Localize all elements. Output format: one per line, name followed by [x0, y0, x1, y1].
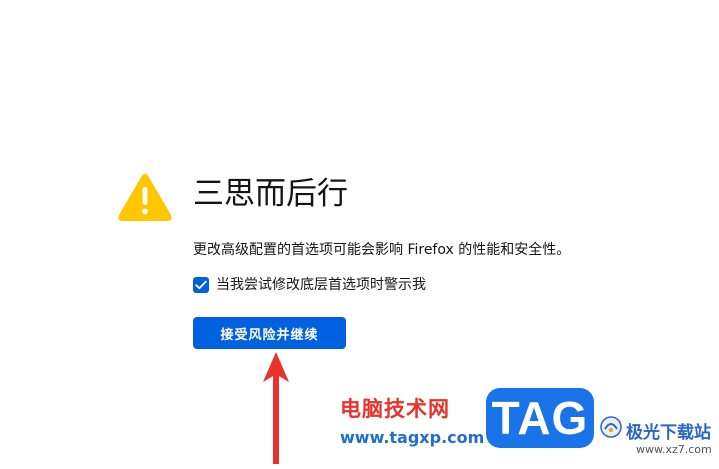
warning-description: 更改高级配置的首选项可能会影响 Firefox 的性能和安全性。	[193, 242, 571, 258]
warning-checkbox-label[interactable]: 当我尝试修改底层首选项时警示我	[216, 275, 426, 295]
watermark-site-name: 电脑技术网	[340, 397, 450, 421]
watermark-site-url: www.tagxp.com	[340, 428, 485, 447]
watermark-aurora-logo-icon	[600, 416, 622, 438]
watermark-tag-logo: TAG	[486, 388, 594, 448]
annotation-arrow-icon	[258, 352, 294, 464]
page-title: 三思而后行	[193, 176, 348, 212]
watermark-secondary-url: www.xz7.com	[636, 443, 712, 456]
warning-checkbox-row[interactable]: 当我尝试修改底层首选项时警示我	[193, 275, 426, 295]
warning-checkbox[interactable]	[193, 277, 209, 293]
accept-risk-button[interactable]: 接受风险并继续	[193, 317, 346, 349]
checkmark-icon	[195, 280, 207, 290]
watermark-secondary-name: 极光下载站	[626, 423, 711, 443]
warning-triangle-icon	[117, 172, 173, 222]
